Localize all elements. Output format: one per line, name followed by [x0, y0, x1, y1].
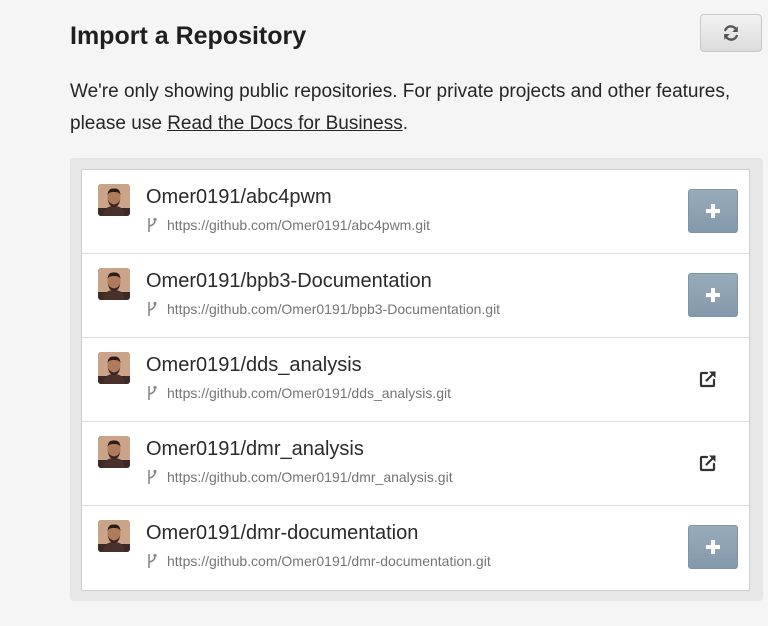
- refresh-icon: [724, 25, 738, 41]
- repository-row: Omer0191/dmr_analysis https://github.com…: [82, 422, 749, 506]
- import-repository-page: Import a Repository We're only showing p…: [0, 0, 768, 626]
- avatar: [98, 436, 130, 468]
- repository-name: Omer0191/abc4pwm: [146, 186, 332, 208]
- avatar: [98, 352, 130, 384]
- repository-url-line: https://github.com/Omer0191/dds_analysis…: [146, 385, 451, 401]
- branch-icon: [146, 553, 158, 569]
- repository-url-line: https://github.com/Omer0191/abc4pwm.git: [146, 217, 430, 233]
- repository-name: Omer0191/dmr-documentation: [146, 522, 419, 544]
- repository-list-panel: Omer0191/abc4pwm https://github.com/Omer…: [70, 158, 763, 601]
- plus-icon: [706, 288, 720, 302]
- branch-icon: [146, 469, 158, 485]
- external-link-icon: [699, 455, 716, 472]
- repository-url: https://github.com/Omer0191/bpb3-Documen…: [167, 301, 501, 317]
- add-repository-button[interactable]: [688, 273, 738, 317]
- repository-row: Omer0191/bpb3-Documentation https://gith…: [82, 254, 749, 338]
- avatar: [98, 520, 130, 552]
- avatar: [98, 184, 130, 216]
- repository-name: Omer0191/dds_analysis: [146, 354, 362, 376]
- repository-url: https://github.com/Omer0191/dmr-document…: [167, 553, 491, 569]
- intro-text: We're only showing public repositories. …: [70, 76, 750, 140]
- plus-icon: [706, 204, 720, 218]
- page-title: Import a Repository: [70, 22, 307, 50]
- repository-name: Omer0191/bpb3-Documentation: [146, 270, 432, 292]
- repository-url-line: https://github.com/Omer0191/dmr-document…: [146, 553, 491, 569]
- repository-list: Omer0191/abc4pwm https://github.com/Omer…: [81, 169, 750, 591]
- open-project-link[interactable]: [696, 367, 720, 391]
- repository-row: Omer0191/abc4pwm https://github.com/Omer…: [82, 170, 749, 254]
- repository-url: https://github.com/Omer0191/dmr_analysis…: [167, 469, 453, 485]
- refresh-button[interactable]: [700, 14, 762, 52]
- repository-row: Omer0191/dds_analysis https://github.com…: [82, 338, 749, 422]
- open-project-link[interactable]: [696, 451, 720, 475]
- branch-icon: [146, 301, 158, 317]
- repository-url-line: https://github.com/Omer0191/dmr_analysis…: [146, 469, 453, 485]
- external-link-icon: [699, 371, 716, 388]
- add-repository-button[interactable]: [688, 189, 738, 233]
- repository-url-line: https://github.com/Omer0191/bpb3-Documen…: [146, 301, 500, 317]
- branch-icon: [146, 217, 158, 233]
- avatar: [98, 268, 130, 300]
- add-repository-button[interactable]: [688, 525, 738, 569]
- repository-name: Omer0191/dmr_analysis: [146, 438, 364, 460]
- business-docs-link[interactable]: Read the Docs for Business: [167, 113, 403, 134]
- repository-url: https://github.com/Omer0191/dds_analysis…: [167, 385, 452, 401]
- plus-icon: [706, 540, 720, 554]
- intro-suffix: .: [402, 113, 408, 134]
- repository-row: Omer0191/dmr-documentation https://githu…: [82, 506, 749, 590]
- branch-icon: [146, 385, 158, 401]
- repository-url: https://github.com/Omer0191/abc4pwm.git: [167, 217, 431, 233]
